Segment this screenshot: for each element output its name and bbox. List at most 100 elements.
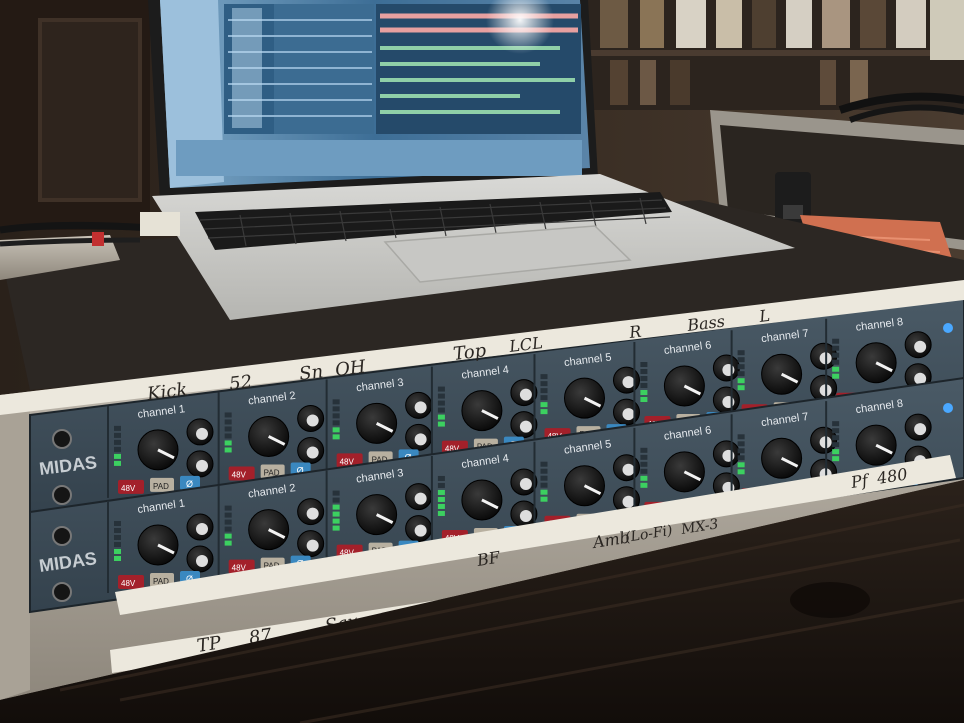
- meter-led: [832, 428, 840, 434]
- meter-led: [540, 475, 548, 481]
- meter-led: [640, 475, 648, 481]
- meter-led: [332, 413, 340, 419]
- meter-led: [437, 400, 445, 406]
- meter-led: [540, 468, 548, 474]
- meter-led: [437, 489, 445, 495]
- meter-led: [737, 455, 745, 461]
- trim-knob-cap: [914, 340, 927, 353]
- tape-label-bottom: BF: [475, 547, 502, 570]
- tape-label-top: L: [757, 306, 771, 326]
- phantom-button-label: 48V: [121, 579, 136, 588]
- meter-led: [832, 421, 840, 427]
- meter-led: [224, 426, 232, 432]
- daw-waveform-area: [376, 0, 581, 134]
- meter-led: [540, 482, 548, 488]
- meter-led: [832, 456, 840, 462]
- meter-led: [737, 364, 745, 370]
- meter-led: [332, 497, 340, 503]
- meter-led: [224, 412, 232, 418]
- meter-led: [437, 510, 445, 516]
- meter-led: [332, 511, 340, 517]
- meter-led: [640, 482, 648, 488]
- meter-led: [114, 439, 121, 445]
- trim-knob-cap: [414, 401, 427, 414]
- meter-led: [737, 357, 745, 363]
- meter-led: [224, 440, 232, 446]
- photo-canvas: MIDASchannel 148V PAD Øchannel 248V PAD Øcha…: [0, 0, 964, 723]
- tape-label-top: 52: [228, 371, 253, 395]
- meter-led: [540, 461, 548, 467]
- trim-knob-cap: [914, 423, 927, 436]
- meter-led: [832, 338, 840, 344]
- meter-led: [737, 469, 745, 475]
- meter-led: [332, 518, 340, 524]
- photo-scene: MIDAS channel 1 48V PAD Øchannel 2 48V PAD Øcha…: [0, 0, 964, 723]
- meter-led: [640, 447, 648, 453]
- meter-led: [437, 503, 445, 509]
- meter-led: [332, 427, 340, 433]
- meter-led: [224, 433, 232, 439]
- trim-knob-cap: [519, 477, 532, 490]
- meter-led: [437, 482, 445, 488]
- meter-led: [437, 414, 445, 420]
- meter-led: [737, 434, 745, 440]
- trim-knob-cap: [306, 507, 319, 520]
- meter-led: [332, 490, 340, 496]
- meter-led: [114, 432, 121, 438]
- daw-track-list: [224, 4, 374, 134]
- trim-knob-cap: [306, 446, 319, 459]
- meter-led: [737, 378, 745, 384]
- meter-led: [540, 374, 548, 380]
- meter-led: [737, 385, 745, 391]
- meter-led: [640, 383, 648, 389]
- meter-led: [224, 526, 232, 532]
- meter-led: [737, 371, 745, 377]
- meter-led: [224, 505, 232, 511]
- tape-label-top: OH: [334, 356, 367, 381]
- rack-rail-left: [0, 406, 30, 700]
- meter-led: [114, 425, 121, 431]
- meter-led: [540, 496, 548, 502]
- trim-knob-cap: [622, 408, 635, 421]
- trim-knob-cap: [622, 463, 635, 476]
- meter-led: [540, 409, 548, 415]
- meter-led: [640, 397, 648, 403]
- trim-knob-cap: [414, 524, 427, 537]
- phase-button-label: Ø: [186, 479, 193, 489]
- meter-led: [332, 525, 340, 531]
- meter-led: [640, 369, 648, 375]
- meter-led: [114, 548, 121, 554]
- meter-led: [640, 454, 648, 460]
- rack-screw: [52, 582, 72, 602]
- meter-led: [640, 468, 648, 474]
- trim-knob-cap: [622, 495, 635, 508]
- meter-led: [737, 350, 745, 356]
- meter-led: [640, 461, 648, 467]
- meter-led: [224, 447, 232, 453]
- meter-led: [224, 533, 232, 539]
- meter-led: [832, 359, 840, 365]
- meter-led: [832, 442, 840, 448]
- meter-led: [437, 475, 445, 481]
- pad-button-label: PAD: [153, 482, 169, 491]
- meter-led: [640, 390, 648, 396]
- meter-led: [437, 407, 445, 413]
- meter-led: [540, 489, 548, 495]
- meter-led: [640, 376, 648, 382]
- meter-led: [114, 534, 121, 540]
- phantom-button-label: 48V: [121, 484, 136, 493]
- wood-knot: [790, 582, 870, 618]
- meter-led: [224, 419, 232, 425]
- meter-led: [224, 540, 232, 546]
- trim-knob-cap: [519, 388, 532, 401]
- trim-knob-cap: [414, 492, 427, 505]
- trim-knob-cap: [196, 427, 208, 440]
- trim-knob-cap: [306, 539, 319, 552]
- meter-led: [332, 399, 340, 405]
- meter-led: [332, 406, 340, 412]
- trim-knob-cap: [519, 420, 532, 433]
- meter-led: [332, 434, 340, 440]
- meter-led: [737, 462, 745, 468]
- status-led-blue: [943, 323, 953, 333]
- meter-led: [832, 449, 840, 455]
